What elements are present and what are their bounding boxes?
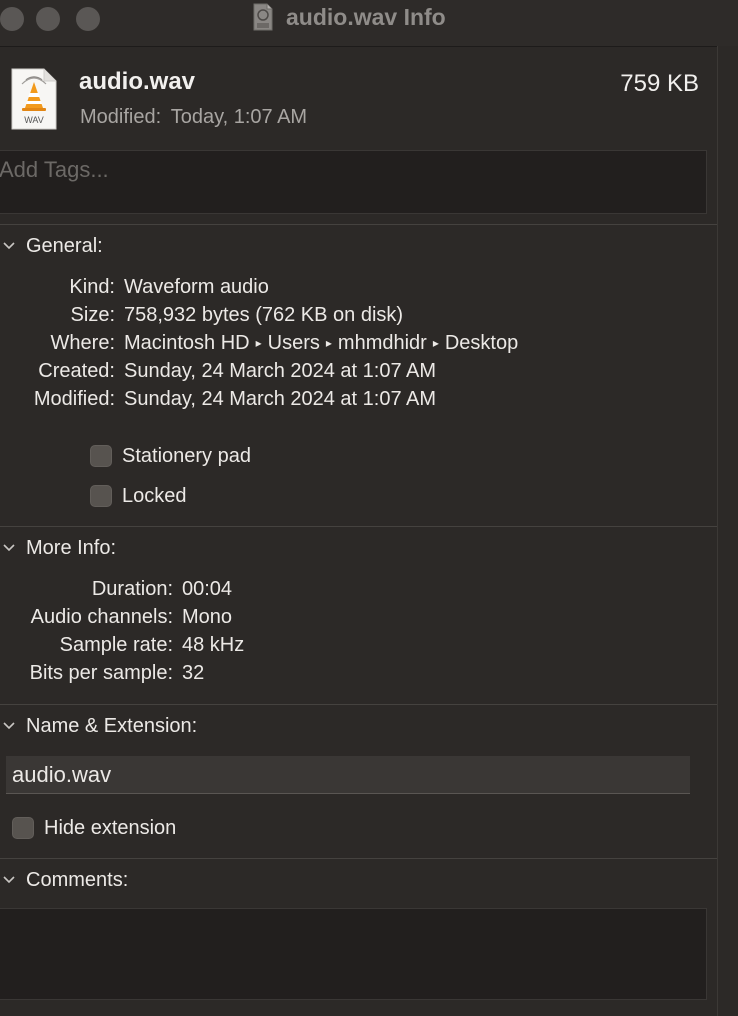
section-comments-toggle[interactable]: Comments: (0, 865, 128, 895)
modified-date-value: Sunday, 24 March 2024 at 1:07 AM (124, 388, 437, 410)
section-name-extension-title: Name & Extension: (26, 714, 198, 737)
hide-extension-label: Hide extension (44, 816, 177, 839)
chevron-down-icon (3, 876, 15, 884)
stationery-pad-checkbox-row[interactable]: Stationery pad (90, 442, 251, 470)
zoom-window-button[interactable] (76, 7, 100, 31)
section-more-info-title: More Info: (26, 536, 117, 559)
divider (0, 526, 717, 527)
stationery-pad-label: Stationery pad (122, 444, 251, 467)
modified-summary: Modified: Today, 1:07 AM (80, 106, 307, 129)
created-label: Created: (38, 360, 115, 382)
section-general-title: General: (26, 234, 103, 257)
section-more-info-toggle[interactable]: More Info: (0, 533, 116, 563)
info-content: WAV audio.wav 759 KB Modified: Today, 1:… (0, 46, 717, 1016)
file-name-input[interactable] (6, 756, 690, 794)
window-title-group: audio.wav Info (252, 2, 446, 32)
sample-rate-label: Sample rate: (59, 634, 173, 656)
locked-checkbox-row[interactable]: Locked (90, 482, 187, 510)
path-segment: Users (267, 332, 320, 354)
stationery-pad-checkbox[interactable] (90, 445, 112, 467)
section-name-extension-toggle[interactable]: Name & Extension: (0, 711, 197, 741)
comments-textarea[interactable] (0, 908, 707, 1000)
created-value: Sunday, 24 March 2024 at 1:07 AM (124, 360, 437, 382)
close-window-button[interactable] (0, 7, 24, 31)
duration-value: 00:04 (182, 578, 233, 600)
path-arrow-icon: ▸ (255, 336, 262, 350)
info-window: audio.wav Info WAV audio.wav 759 KB Modi… (0, 0, 738, 1016)
bits-per-sample-value: 32 (182, 662, 205, 684)
divider (0, 704, 717, 705)
path-arrow-icon: ▸ (432, 336, 439, 350)
section-comments-title: Comments: (26, 868, 129, 891)
modified-date-label: Modified: (33, 388, 115, 410)
size-value: 758,932 bytes (762 KB on disk) (124, 304, 404, 326)
path-segment: mhmdhidr (337, 332, 427, 354)
vlc-wav-file-icon: WAV (11, 68, 57, 130)
divider (0, 224, 717, 225)
modified-value: Today, 1:07 AM (170, 106, 308, 128)
audio-channels-label: Audio channels: (30, 606, 173, 628)
divider (0, 858, 717, 859)
file-name: audio.wav (79, 68, 196, 95)
file-size: 759 KB (620, 70, 699, 97)
tags-placeholder: Add Tags... (0, 157, 109, 182)
title-bar[interactable]: audio.wav Info (0, 0, 738, 47)
hide-extension-checkbox-row[interactable]: Hide extension (12, 814, 176, 842)
scrollbar-track[interactable] (717, 46, 738, 1016)
chevron-down-icon (3, 544, 15, 552)
locked-label: Locked (122, 484, 187, 507)
wav-file-icon (253, 3, 273, 31)
audio-channels-value: Mono (182, 606, 233, 628)
kind-value: Waveform audio (124, 276, 269, 298)
where-path: Macintosh HD ▸ Users ▸ mhmdhidr ▸ Desktop (124, 332, 518, 355)
chevron-down-icon (3, 722, 15, 730)
path-arrow-icon: ▸ (325, 336, 332, 350)
path-segment: Desktop (444, 332, 519, 354)
window-title: audio.wav Info (286, 3, 446, 30)
minimize-window-button[interactable] (36, 7, 60, 31)
bits-per-sample-label: Bits per sample: (29, 662, 173, 684)
modified-label: Modified: (80, 106, 162, 128)
where-label: Where: (50, 332, 115, 354)
section-general-toggle[interactable]: General: (0, 231, 103, 261)
locked-checkbox[interactable] (90, 485, 112, 507)
kind-label: Kind: (69, 276, 115, 298)
duration-label: Duration: (91, 578, 173, 600)
svg-text:WAV: WAV (24, 115, 44, 125)
size-label: Size: (70, 304, 115, 326)
sample-rate-value: 48 kHz (182, 634, 245, 656)
path-segment: Macintosh HD (124, 332, 250, 354)
chevron-down-icon (3, 242, 15, 250)
hide-extension-checkbox[interactable] (12, 817, 34, 839)
tags-field[interactable]: Add Tags... (0, 150, 707, 214)
